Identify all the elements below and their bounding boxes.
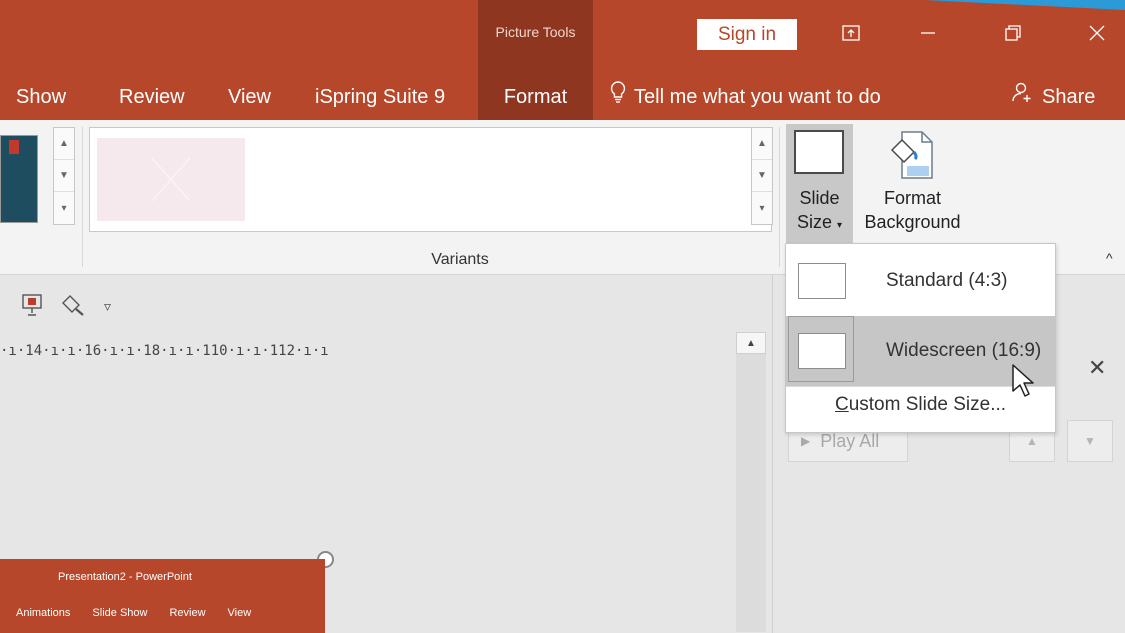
mini-tab: Animations (16, 607, 71, 619)
play-icon: ▶ (801, 434, 811, 448)
presenter-icon[interactable] (22, 293, 42, 319)
horizontal-ruler: ·ı·14·ı·ı·16·ı·ı·18·ı·ı·110·ı·ı·112·ı·ı·… (0, 343, 330, 359)
tell-me-text: Tell me what you want to do (634, 86, 881, 108)
tab-ispring-suite[interactable]: iSpring Suite 9 (315, 79, 445, 115)
pane-close-icon[interactable]: ✕ (1088, 355, 1106, 381)
group-separator (779, 127, 780, 267)
lightbulb-icon (610, 79, 626, 115)
mini-window-tabs: Animations Slide Show Review View (16, 607, 251, 619)
format-background-label[interactable]: Format Background (855, 186, 970, 234)
variants-more-icon[interactable]: ▾ (752, 192, 772, 224)
themes-gallery-scroller[interactable]: ▲ ▼ ▾ (53, 127, 75, 225)
variants-up-icon[interactable]: ▲ (752, 128, 772, 160)
gallery-down-icon[interactable]: ▼ (54, 160, 74, 192)
tell-me-search[interactable]: Tell me what you want to do (610, 79, 881, 115)
tab-view[interactable]: View (228, 79, 271, 115)
person-add-icon (1012, 79, 1034, 115)
mini-window-title: Presentation2 - PowerPoint (58, 571, 192, 583)
format-background-icon[interactable] (880, 128, 940, 182)
restore-icon[interactable] (990, 16, 1036, 50)
format-painter-icon[interactable] (60, 294, 86, 319)
variant-thumbnail[interactable] (97, 138, 245, 221)
standard-ratio-icon (798, 263, 846, 299)
gallery-up-icon[interactable]: ▲ (54, 128, 74, 160)
scroll-up-icon[interactable]: ▲ (736, 332, 766, 354)
customize-toolbar-icon[interactable]: ▿ (104, 298, 111, 315)
variants-group-label: Variants (431, 251, 489, 268)
tab-format[interactable]: Format (478, 79, 593, 115)
slide-size-label: Slide Size ▾ (796, 188, 843, 232)
move-down-icon[interactable]: ▼ (1067, 420, 1113, 462)
group-separator (82, 127, 83, 267)
mouse-cursor-icon (1011, 363, 1037, 404)
tab-slide-show[interactable]: Show (16, 79, 66, 115)
selection-outline (788, 316, 854, 382)
slide-vertical-scrollbar[interactable] (736, 332, 766, 632)
ribbon-display-options-icon[interactable] (828, 16, 874, 50)
corner-accent (925, 0, 1125, 10)
share-label: Share (1042, 86, 1096, 108)
mini-toolbar: ▿ (22, 291, 111, 321)
mini-tab: View (227, 607, 252, 619)
pane-divider (772, 275, 773, 633)
theme-thumbnail[interactable] (0, 135, 38, 223)
picture-tools-label: Picture Tools (495, 24, 576, 40)
standard-option[interactable]: Standard (4:3) (786, 246, 1055, 316)
variants-gallery-scroller[interactable]: ▲ ▼ ▾ (751, 127, 773, 225)
tab-review[interactable]: Review (119, 79, 185, 115)
dropdown-caret-icon: ▾ (837, 220, 843, 231)
mini-powerpoint-window: Presentation2 - PowerPoint Animations Sl… (0, 559, 325, 633)
share-button[interactable]: Share (1012, 79, 1095, 115)
slide-size-icon (794, 130, 844, 174)
variants-down-icon[interactable]: ▼ (752, 160, 772, 192)
mini-tab: Slide Show (92, 607, 148, 619)
sign-in-button[interactable]: Sign in (697, 19, 797, 50)
close-icon[interactable] (1074, 16, 1120, 50)
mini-tab: Review (169, 607, 206, 619)
slide-size-dropdown: Standard (4:3) Widescreen (16:9) Custom … (785, 243, 1056, 433)
collapse-ribbon-icon[interactable]: ^ (1106, 250, 1113, 266)
minimize-icon[interactable] (905, 16, 951, 50)
gallery-more-icon[interactable]: ▾ (54, 192, 74, 224)
